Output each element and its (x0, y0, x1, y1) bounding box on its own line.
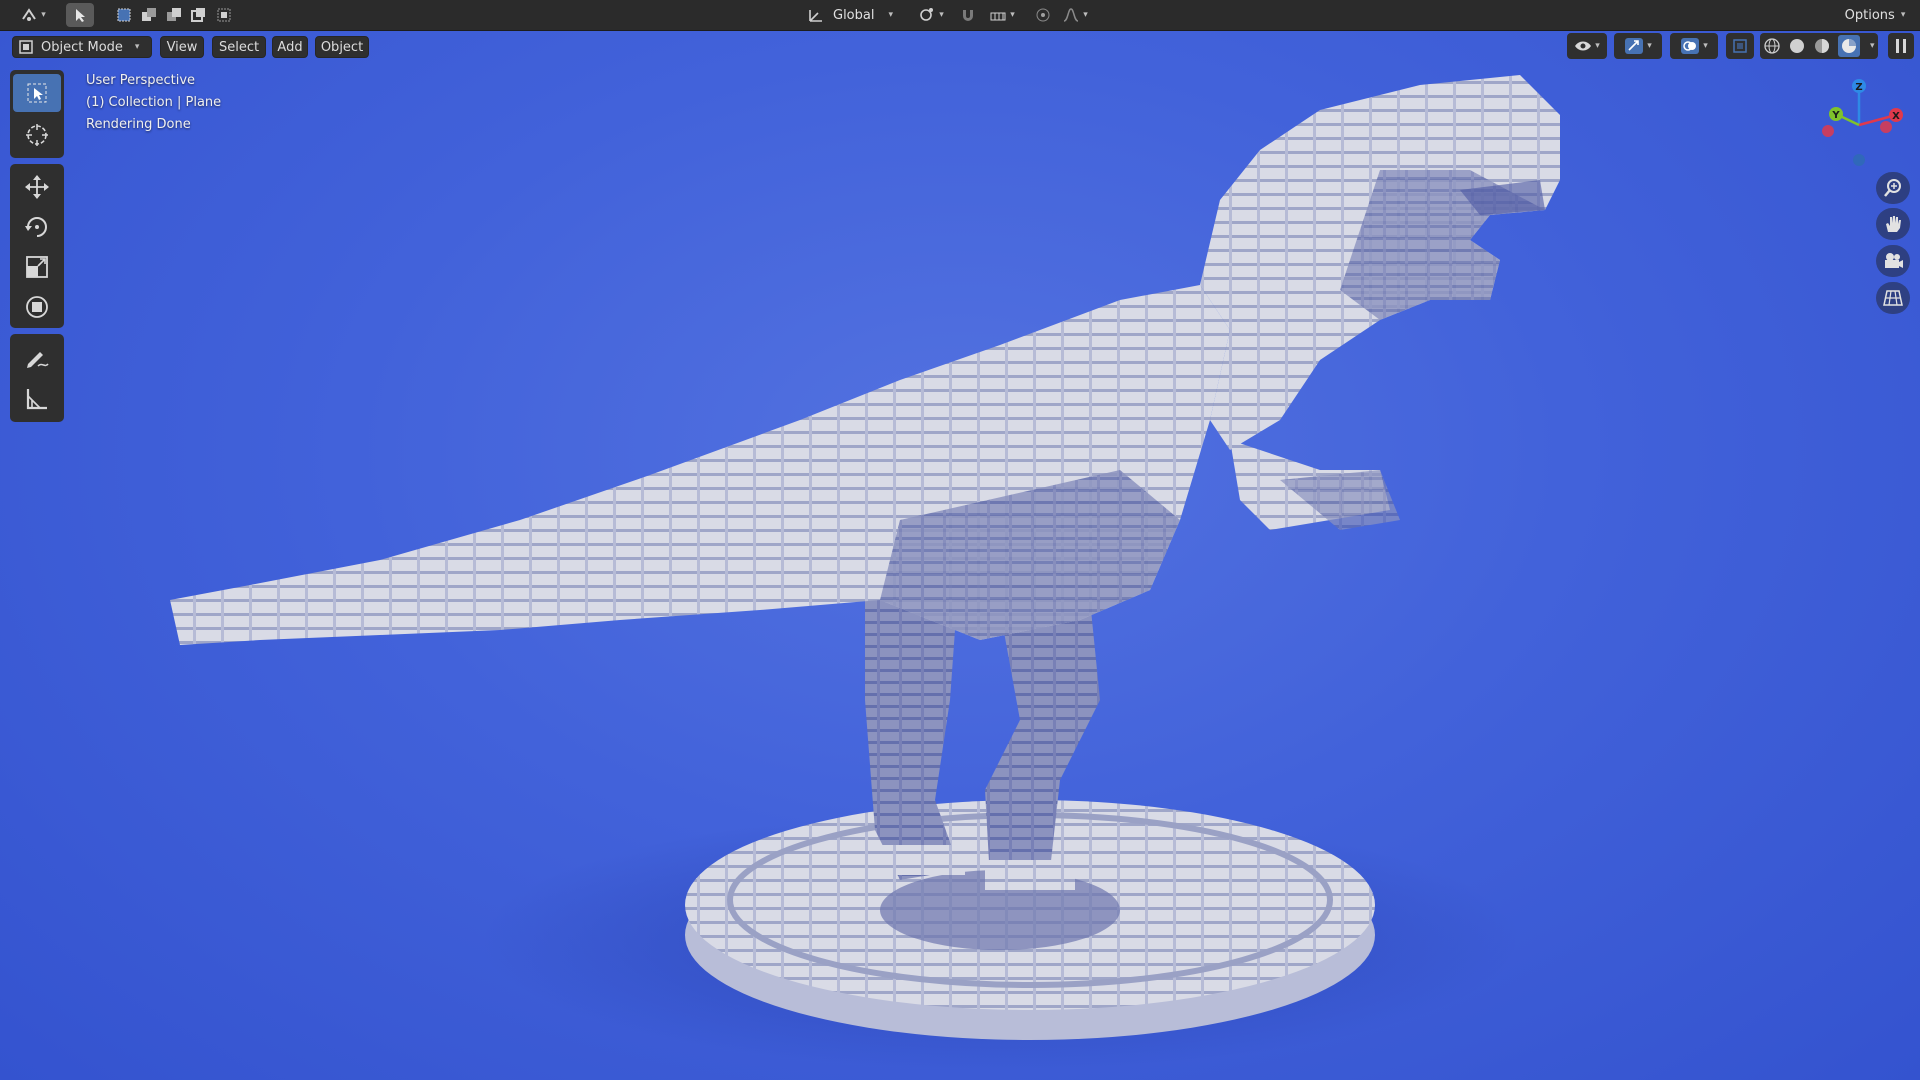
orientation-icon (809, 10, 822, 22)
options-dropdown[interactable]: Options ▾ (1836, 3, 1914, 27)
options-label: Options (1844, 7, 1895, 23)
tool-annotate[interactable] (13, 338, 61, 376)
camera-view-button[interactable] (1876, 245, 1910, 277)
tool-move[interactable] (13, 168, 61, 206)
cursor-arrow-icon (76, 9, 85, 22)
zoom-button[interactable] (1876, 172, 1910, 204)
gizmo-icon (1625, 38, 1644, 54)
gizmo-neg-z[interactable] (1853, 154, 1865, 166)
3d-viewport[interactable] (0, 30, 1920, 1080)
overlays-icon (1681, 38, 1700, 54)
gizmo-z-label: Z (1855, 82, 1862, 93)
toolbar-annotate-group (10, 334, 64, 422)
select-new-button[interactable] (113, 3, 135, 27)
pivot-point-dropdown[interactable]: ▾ (912, 3, 950, 27)
active-collection-label: (1) Collection | Plane (86, 95, 222, 110)
rotate-icon (25, 217, 47, 237)
toolbar-transform-group (10, 164, 64, 328)
xray-icon (1733, 39, 1747, 53)
overlays-toggle[interactable]: ▾ (1670, 33, 1718, 59)
gizmo-y-label: Y (1831, 110, 1840, 121)
menu-view[interactable]: View (160, 36, 204, 58)
perspective-toggle-button[interactable] (1876, 282, 1910, 314)
magnet-icon (963, 10, 973, 21)
camera-icon (1885, 253, 1903, 268)
shading-mode-group: ▾ (1760, 33, 1878, 59)
selection-extend-icon (142, 8, 156, 21)
menu-object[interactable]: Object (315, 36, 369, 58)
rendered-scene (170, 75, 1560, 1070)
measure-icon (26, 389, 47, 410)
tool-rotate[interactable] (13, 208, 61, 246)
gizmo-toggle[interactable]: ▾ (1614, 33, 1662, 59)
rendered-shading-icon[interactable] (1838, 35, 1861, 57)
snap-increment-icon (990, 12, 1006, 21)
voxel-arms (1230, 440, 1400, 530)
selection-intersect-icon (217, 8, 231, 22)
voxel-body (170, 285, 1230, 645)
transform-orientation-dropdown[interactable]: Global ▾ (803, 3, 907, 27)
pan-button[interactable] (1876, 208, 1910, 240)
xray-toggle[interactable] (1726, 33, 1754, 59)
tool-transform[interactable] (13, 288, 61, 326)
zoom-icon (1884, 179, 1901, 197)
pan-hand-icon (1886, 216, 1901, 232)
sidebar-toggle[interactable] (1888, 33, 1914, 59)
pivot-point-icon (920, 8, 934, 21)
selection-subtract-icon (167, 8, 181, 21)
grid-view-icon (1883, 290, 1903, 306)
proportional-edit-icon (1036, 8, 1050, 22)
voxel-head (1200, 75, 1560, 450)
pause-icon (1896, 39, 1906, 53)
move-icon (25, 175, 49, 199)
proportional-falloff-dropdown[interactable]: ▾ (1057, 3, 1093, 27)
snap-toggle[interactable] (957, 3, 979, 27)
gizmo-x-label: X (1892, 111, 1900, 122)
solid-shading-icon[interactable] (1788, 37, 1806, 55)
object-mode-icon (19, 40, 33, 54)
proportional-edit-toggle[interactable] (1032, 3, 1054, 27)
selection-new-icon (117, 8, 131, 22)
select-difference-button[interactable] (188, 3, 210, 27)
editor-type-button[interactable]: ▾ (12, 3, 54, 27)
transform-orientation-label: Global (833, 7, 875, 23)
falloff-curve-icon (1063, 8, 1079, 22)
editor-type-icon (22, 8, 37, 21)
render-status-label: Rendering Done (86, 117, 191, 132)
object-mode-label: Object Mode (41, 39, 123, 55)
select-box-icon (27, 83, 47, 103)
menu-add[interactable]: Add (272, 36, 308, 58)
snap-target-dropdown[interactable]: ▾ (982, 3, 1022, 27)
tool-measure[interactable] (13, 380, 61, 418)
toolbar-select-group (10, 70, 64, 158)
eye-icon (1575, 41, 1592, 51)
tool-cursor[interactable] (13, 116, 61, 154)
select-subtract-button[interactable] (163, 3, 185, 27)
selection-difference-icon (191, 8, 205, 22)
transform-icon (26, 296, 48, 318)
select-tweak-button[interactable] (66, 3, 94, 27)
select-extend-button[interactable] (138, 3, 160, 27)
navigation-gizmo[interactable]: Z X Y (1812, 70, 1912, 170)
visibility-dropdown[interactable]: ▾ (1567, 33, 1607, 59)
annotate-icon (27, 352, 49, 368)
material-shading-icon[interactable] (1813, 37, 1831, 55)
header-bar: ▾ Global ▾ ▾ ▾ ▾ Options ▾ (0, 0, 1920, 31)
menu-select[interactable]: Select (212, 36, 266, 58)
cursor-icon (26, 124, 48, 146)
tool-scale[interactable] (13, 248, 61, 286)
view-perspective-label: User Perspective (86, 73, 196, 88)
select-intersect-button[interactable] (213, 3, 235, 27)
object-mode-dropdown[interactable]: Object Mode ▾ (12, 36, 152, 58)
gizmo-neg-y[interactable] (1822, 125, 1834, 137)
gizmo-neg-x[interactable] (1880, 121, 1892, 133)
tool-select-box[interactable] (13, 74, 61, 112)
scale-icon (26, 256, 48, 278)
wireframe-shading-icon[interactable] (1763, 37, 1781, 55)
